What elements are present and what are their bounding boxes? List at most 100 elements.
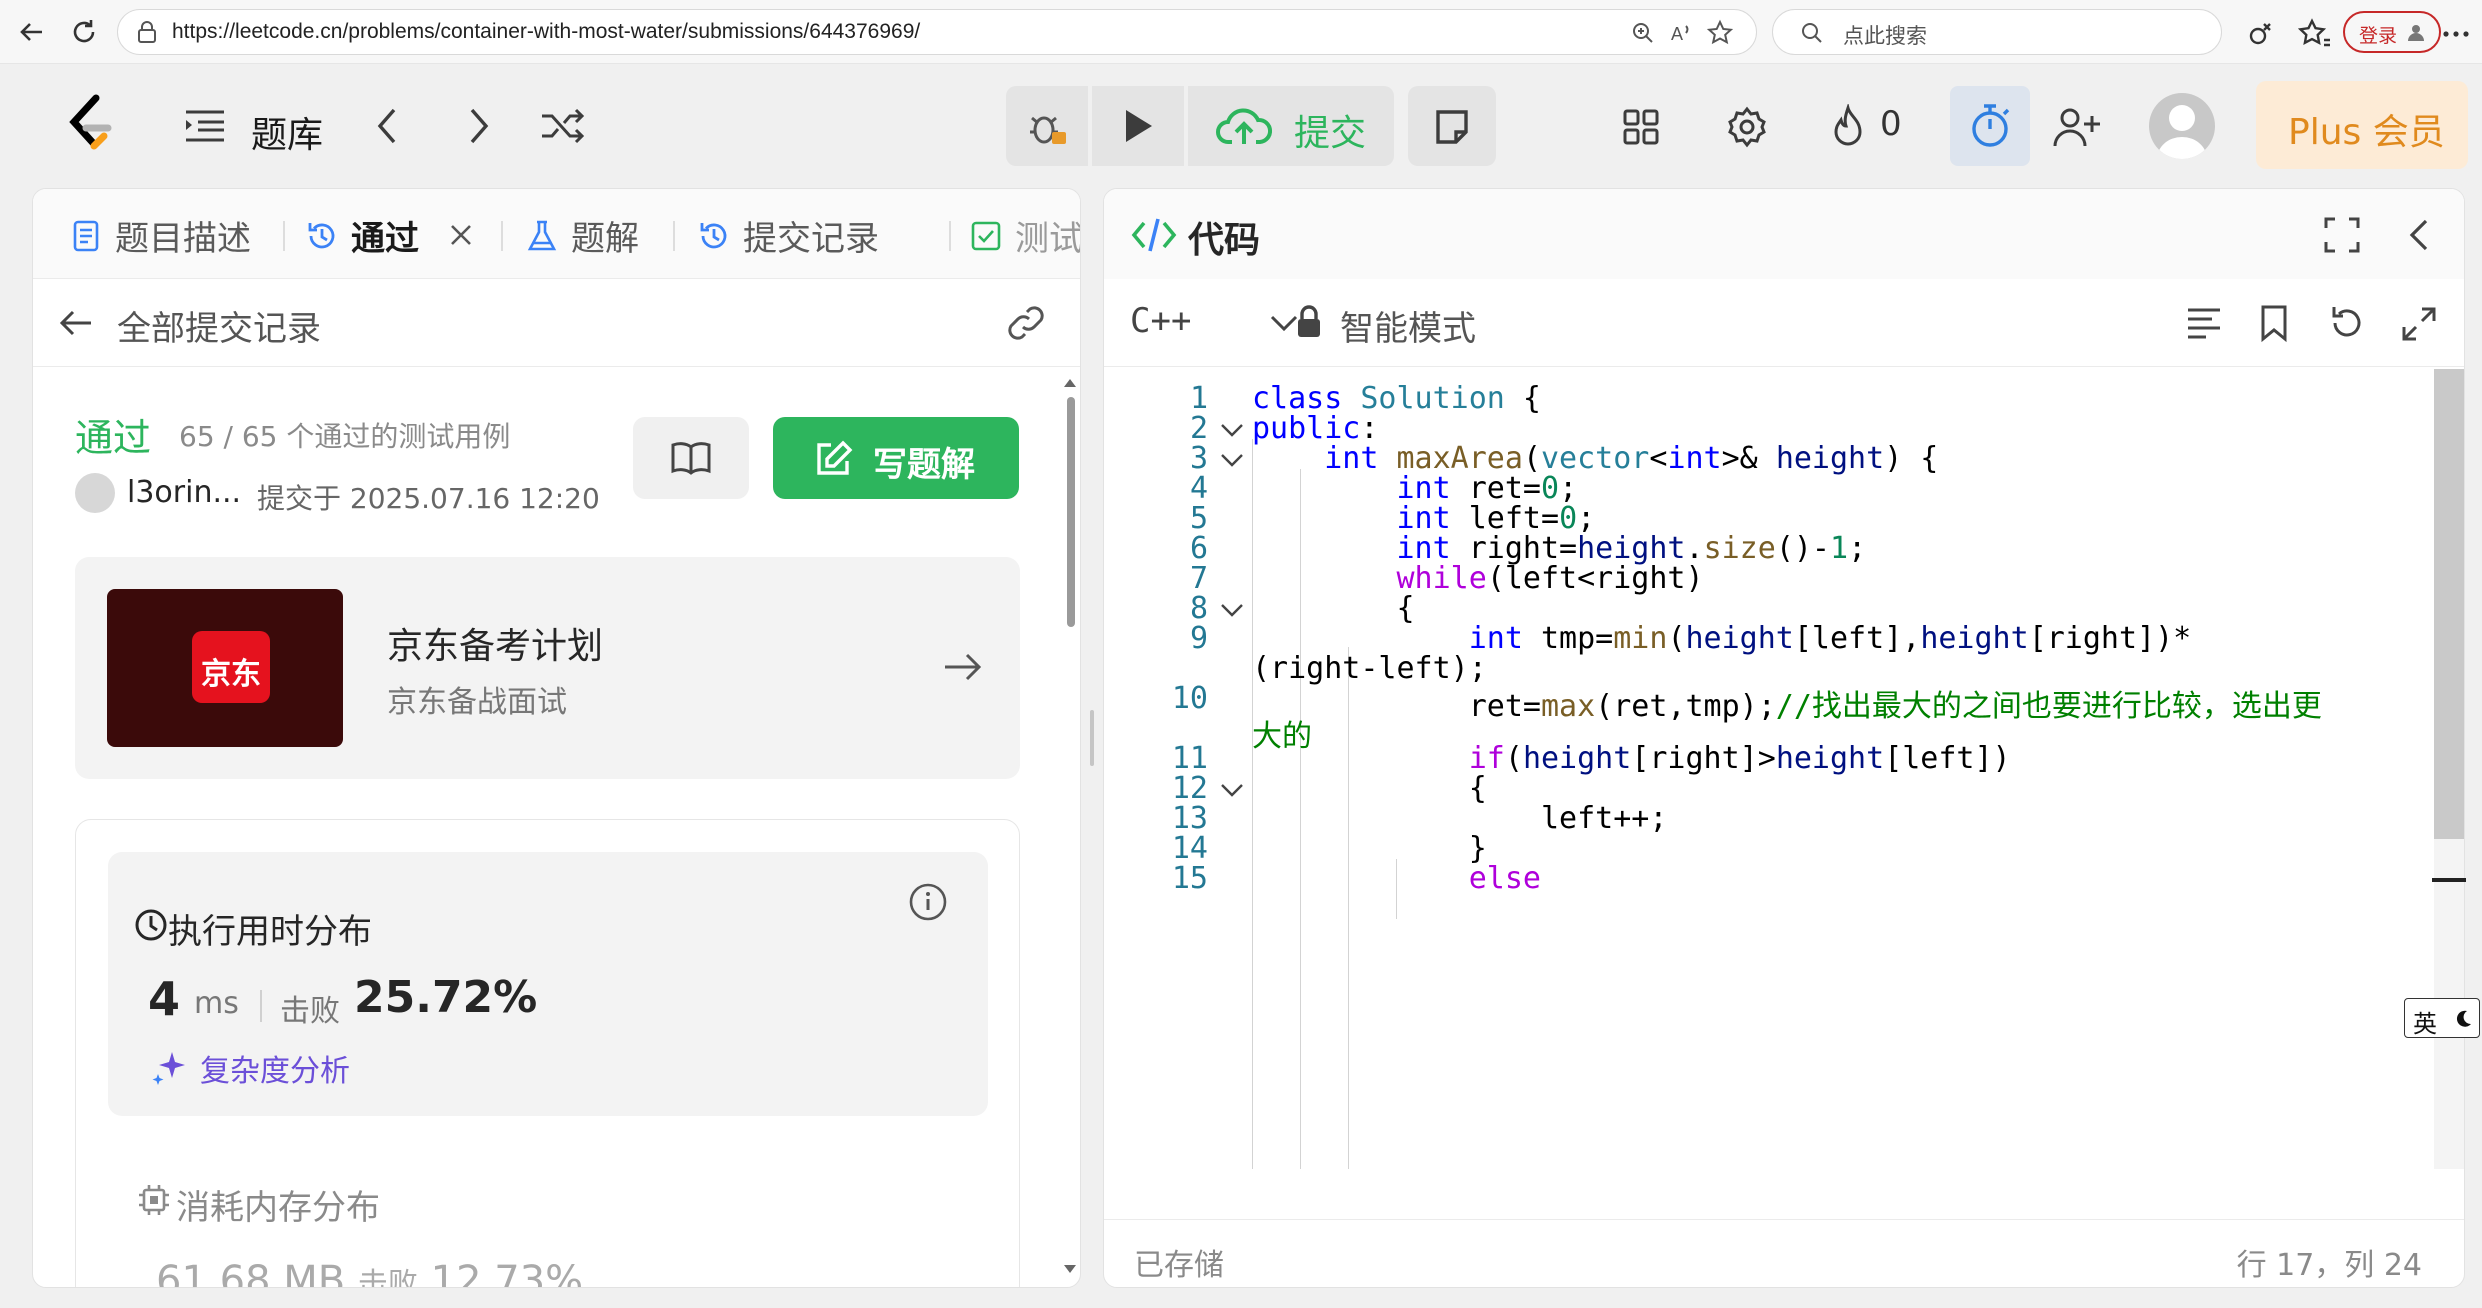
editor-status-bar: 已存储 行 17，列 24 (1104, 1219, 2464, 1287)
next-problem-icon[interactable] (464, 104, 494, 148)
more-options-icon[interactable] (2438, 16, 2474, 52)
timer-button[interactable] (1950, 86, 2030, 166)
scroll-up-icon[interactable] (1063, 377, 1077, 389)
tab-accepted[interactable]: 通过 (305, 211, 419, 259)
memory-value: 61.68 MB (156, 1258, 346, 1288)
layout-grid-icon[interactable] (1622, 108, 1660, 146)
tab-testcase[interactable]: 测试 (969, 211, 1080, 259)
submitter-avatar[interactable] (75, 473, 115, 513)
plus-label: Plus 会员 (2288, 112, 2445, 153)
memory-summary: 61.68 MB 击败 12.73% (156, 1258, 584, 1288)
code-panel: 代码 C++ 智能模式 1 class Solution { 2 public: 3… (1103, 188, 2465, 1288)
write-solution-label: 写题解 (873, 445, 975, 485)
runtime-beats-value: 25.72% (354, 972, 538, 1023)
close-tab-icon[interactable] (447, 221, 475, 249)
back-arrow-icon[interactable] (14, 14, 50, 50)
back-arrow-icon[interactable] (57, 305, 95, 341)
back-to-submissions[interactable]: 全部提交记录 (33, 279, 1080, 367)
tab-divider (501, 221, 503, 251)
run-button[interactable] (1092, 86, 1184, 166)
moon-icon (2456, 1010, 2471, 1027)
ime-language-badge[interactable]: 英 (2404, 998, 2480, 1038)
submit-button[interactable]: 提交 (1188, 86, 1394, 166)
favorite-star-icon[interactable] (1706, 19, 1734, 47)
smart-mode-label[interactable]: 智能模式 (1340, 301, 1476, 350)
history-icon (700, 222, 727, 248)
problem-list-icon[interactable] (184, 108, 226, 144)
svg-text:A: A (1671, 24, 1683, 44)
notes-button[interactable] (1408, 86, 1496, 166)
line-number: 15 (1171, 861, 1208, 896)
panel-resize-handle[interactable] (1090, 710, 1094, 766)
flask-icon (527, 220, 557, 250)
tab-divider (283, 221, 285, 251)
debug-bug-icon (1030, 116, 1066, 144)
cursor-position: 行 17，列 24 (2236, 1248, 2422, 1283)
description-icon (73, 220, 99, 251)
extensions-icon[interactable] (2244, 16, 2280, 52)
fullscreen-icon[interactable] (2322, 215, 2362, 255)
tab-solutions[interactable]: 题解 (525, 211, 639, 259)
submission-panel: 题目描述 通过 题解 提交记录 测试 全部提交记录 通过 65 / 65 个通过… (32, 188, 1081, 1288)
left-scrollbar-thumb[interactable] (1067, 397, 1075, 627)
write-solution-button[interactable]: 写题解 (773, 417, 1019, 499)
tab-description[interactable]: 题目描述 (69, 211, 251, 259)
collapse-panel-icon[interactable] (2404, 217, 2434, 253)
expand-editor-icon[interactable] (2400, 305, 2438, 343)
shuffle-icon[interactable] (540, 106, 586, 146)
code-brackets-icon (1131, 218, 1177, 252)
browser-search-box[interactable]: 点此搜索 (1772, 9, 2222, 55)
ime-label: 英 (2413, 1010, 2437, 1038)
favorites-icon[interactable] (2296, 16, 2332, 52)
submit-label: 提交 (1294, 113, 1367, 154)
code-editor[interactable]: 1 class Solution { 2 public: 3 int maxArea… (1104, 369, 2436, 1169)
streak-flame-icon[interactable] (1828, 104, 1868, 150)
tab-submissions-label: 提交记录 (743, 219, 879, 259)
zoom-icon[interactable] (1630, 20, 1656, 46)
refresh-icon[interactable] (66, 14, 102, 50)
runtime-unit: ms (194, 986, 239, 1021)
promo-subtitle: 京东备战面试 (387, 685, 567, 720)
debug-button[interactable] (1006, 86, 1088, 166)
problem-list-label[interactable]: 题库 (251, 106, 323, 158)
scroll-down-icon[interactable] (1063, 1263, 1077, 1275)
language-selector[interactable]: C++ (1130, 301, 1191, 341)
tab-divider (949, 221, 951, 251)
memory-beats-value: 12.73% (430, 1258, 584, 1288)
add-friend-icon[interactable] (2052, 106, 2102, 148)
runtime-title: 执行用时分布 (168, 912, 372, 952)
open-book-icon (671, 442, 711, 475)
plus-membership-button[interactable]: Plus 会员 (2256, 81, 2468, 169)
site-info-icon[interactable] (134, 20, 160, 46)
link-icon[interactable] (1003, 303, 1049, 343)
view-solution-button[interactable] (633, 417, 749, 499)
profile-icon (2408, 25, 2424, 41)
leetcode-logo-icon[interactable] (62, 92, 118, 156)
editor-scrollbar-thumb[interactable] (2434, 369, 2464, 839)
previous-problem-icon[interactable] (372, 104, 402, 148)
login-button[interactable]: 登录 (2343, 11, 2441, 53)
reset-code-icon[interactable] (2326, 303, 2366, 343)
stopwatch-icon (1972, 104, 2010, 147)
arrow-right-icon (945, 653, 982, 681)
info-icon[interactable] (908, 882, 948, 922)
code-title: 代码 (1188, 220, 1261, 261)
settings-gear-icon[interactable] (1726, 106, 1768, 148)
bookmark-icon[interactable] (2256, 303, 2292, 343)
promo-card[interactable]: 京东 京东备考计划 京东备战面试 (75, 557, 1020, 779)
complexity-analysis-link[interactable]: 复杂度分析 (200, 1046, 350, 1090)
user-avatar[interactable] (2149, 93, 2215, 159)
address-bar[interactable]: https://leetcode.cn/problems/container-w… (117, 9, 1757, 55)
code-panel-header: 代码 (1104, 189, 2464, 279)
clock-icon (135, 909, 167, 941)
memory-title: 消耗内存分布 (176, 1188, 380, 1228)
read-aloud-icon[interactable]: A (1668, 20, 1694, 46)
submitter-name[interactable]: l3orin... (127, 475, 241, 510)
runtime-distribution[interactable]: 执行用时分布 4 ms 击败 25.72% 复杂度分析 (108, 852, 988, 1116)
tab-submissions[interactable]: 提交记录 (697, 211, 879, 259)
streak-count: 0 (1880, 104, 1902, 144)
checkbox-icon (971, 221, 1001, 250)
stat-divider (260, 990, 262, 1022)
format-code-icon[interactable] (2184, 305, 2224, 341)
login-label: 登录 (2359, 25, 2398, 47)
